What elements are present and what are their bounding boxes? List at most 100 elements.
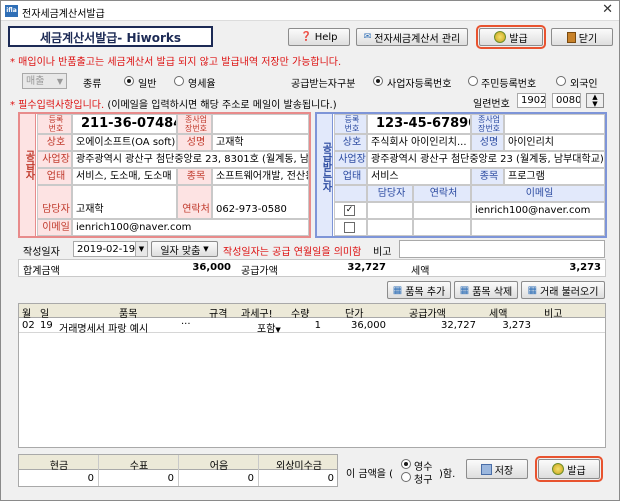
check-value[interactable]: 0 xyxy=(99,473,174,484)
serial-input-2[interactable]: 0080 xyxy=(552,93,581,108)
supplier-email[interactable]: ienrich100@naver.com xyxy=(72,219,309,236)
serial-spinner[interactable]: ▲ ▼ xyxy=(586,93,604,108)
receiver-option-resident: 주민등록번호 xyxy=(481,79,537,90)
memo-input[interactable] xyxy=(399,240,605,258)
load-transaction-button[interactable]: ▦ 거래 불러오기 xyxy=(521,281,605,299)
receiver-company[interactable]: 주식회사 아이인리치... xyxy=(367,134,471,151)
supplier-side-label: 공급자 xyxy=(23,150,34,180)
total-label: 합계금액 xyxy=(23,266,60,277)
supplier-sub-no[interactable] xyxy=(212,114,309,134)
receiver-option-foreigner: 외국인 xyxy=(570,79,598,90)
receiver-contact-phone-1[interactable] xyxy=(413,202,471,219)
receiver-reg-no[interactable]: 123-45-67890 xyxy=(367,114,471,134)
supplier-contact-label: 연락처 xyxy=(177,185,212,219)
amount-prefix: 이 금액을 ( xyxy=(346,469,394,480)
claim-radio[interactable] xyxy=(401,472,411,482)
form-title-box: 세금계산서발급- Hiworks xyxy=(8,26,213,47)
serial-input-1[interactable]: 1902 xyxy=(517,93,546,108)
receiver-contact-phone-2[interactable] xyxy=(413,219,471,236)
cash-value[interactable]: 0 xyxy=(19,473,94,484)
required-notice: * 필수입력사항입니다. (이메일을 입력하시면 해당 주소로 메일이 발송됩니… xyxy=(10,100,337,111)
issue-button-top[interactable]: 발급 xyxy=(476,25,546,49)
save-button[interactable]: 저장 xyxy=(466,459,528,479)
col-month: 월 xyxy=(22,309,32,320)
receiver-side: 공급받는자 xyxy=(317,114,333,236)
supplier-manager[interactable]: 고재학 xyxy=(72,185,177,219)
delete-item-button[interactable]: ▦ 품목 삭제 xyxy=(454,281,518,299)
receiver-radio-foreigner[interactable] xyxy=(556,76,566,86)
col-supply: 공급가액 xyxy=(409,309,446,320)
form-title: 세금계산서발급- Hiworks xyxy=(40,31,181,45)
memo-label: 비고 xyxy=(373,247,392,258)
row-item[interactable]: 거래명세서 파랑 예시 xyxy=(59,320,148,335)
date-note: 작성일자는 공급 연월일을 의미함 xyxy=(223,247,362,258)
row-qty[interactable]: 1 xyxy=(299,320,321,331)
receiver-name[interactable]: 아이인리치 xyxy=(504,134,605,151)
receiver-type-label: 공급받는자구분 xyxy=(291,79,356,90)
supplier-biz-item[interactable]: 소프트웨어개발, 전산용 xyxy=(212,168,309,185)
date-match-button[interactable]: 일자 맞춤 ▼ xyxy=(151,241,218,257)
credit-value[interactable]: 0 xyxy=(259,473,334,484)
supplier-biz-type-label: 업태 xyxy=(37,168,72,185)
help-button[interactable]: ❓ Help xyxy=(288,28,350,46)
issue-icon xyxy=(494,31,507,43)
supplier-biz-type[interactable]: 서비스, 도소매, 도소매 xyxy=(72,168,177,185)
receiver-contact-row-check: ✓ xyxy=(334,202,367,219)
receiver-radio-resident[interactable] xyxy=(468,76,478,86)
kind-radio-zero-rate[interactable] xyxy=(174,76,184,86)
receiver-biz-item[interactable]: 프로그램 xyxy=(504,168,605,185)
add-item-button[interactable]: ▦ 품목 추가 xyxy=(387,281,451,299)
issue-button-bottom[interactable]: 발급 xyxy=(535,456,603,482)
receiver-company-label: 상호 xyxy=(334,134,367,151)
receiver-contact-email-1[interactable]: ienrich100@naver.com xyxy=(471,202,605,219)
row-tax-type[interactable]: 포함▼ xyxy=(257,320,281,335)
receiver-contact-header-check xyxy=(334,185,367,202)
receiver-biz-type-label: 업태 xyxy=(334,168,367,185)
row-tax[interactable]: 3,273 xyxy=(489,320,531,331)
delete-item-icon: ▦ xyxy=(459,284,470,296)
receiver-sub-no[interactable] xyxy=(504,114,605,134)
einvoice-manage-button[interactable]: ✉ 전자세금계산서 관리 xyxy=(356,28,468,46)
receiver-contact-checkbox-2[interactable] xyxy=(344,222,355,233)
col-item: 품목 xyxy=(119,309,138,320)
receiver-biz-type[interactable]: 서비스 xyxy=(367,168,471,185)
supplier-address[interactable]: 광주광역시 광산구 첨단중앙로 23, 8301호 (월계동, 남부대 xyxy=(72,151,309,168)
cash-label: 현금 xyxy=(49,461,69,472)
row-price[interactable]: 36,000 xyxy=(329,320,386,331)
sale-select[interactable]: 매출 ▼ xyxy=(22,73,67,89)
receiver-radio-business[interactable] xyxy=(373,76,383,86)
receiver-option-business: 사업자등록번호 xyxy=(387,79,452,90)
supplier-company[interactable]: 오에이소프트(OA soft) xyxy=(72,134,177,151)
supplier-name[interactable]: 고재학 xyxy=(212,134,309,151)
row-day[interactable]: 19 xyxy=(40,320,53,331)
row-item-more-button[interactable]: ··· xyxy=(181,319,191,330)
col-tax-type: 과세구! xyxy=(241,309,273,320)
receiver-contact-header-email: 이메일 xyxy=(471,185,605,202)
receiver-contact-manager-1[interactable] xyxy=(367,202,413,219)
date-input[interactable]: 2019-02-19 ▼ xyxy=(73,241,148,257)
kind-radio-general[interactable] xyxy=(124,76,134,86)
close-icon[interactable]: ✕ xyxy=(602,2,613,17)
receiver-reg-label: 등록 번호 xyxy=(334,114,367,134)
chevron-down-icon[interactable]: ▼ xyxy=(135,242,147,256)
supplier-sub-label: 종사업 장번호 xyxy=(177,114,212,134)
supply-amount: 32,727 xyxy=(347,262,386,273)
close-button[interactable]: 닫기 xyxy=(551,28,613,46)
row-supply[interactable]: 32,727 xyxy=(409,320,476,331)
receiver-address[interactable]: 광주광역시 광산구 첨단중앙로 23 (월계동, 남부대학교) xyxy=(367,151,605,168)
supplier-contact[interactable]: 062-973-0580 xyxy=(212,185,309,219)
receiver-contact-checkbox-1[interactable]: ✓ xyxy=(344,205,355,216)
supplier-reg-no[interactable]: 211-36-07484 xyxy=(72,114,177,134)
invoice-window: ifla 전자세금계산서발급 ✕ 세금계산서발급- Hiworks ❓ Help… xyxy=(0,0,620,501)
row-month[interactable]: 02 xyxy=(22,320,35,331)
issue-icon xyxy=(552,463,565,475)
receipt-radio[interactable] xyxy=(401,459,411,469)
receiver-contact-email-2[interactable] xyxy=(471,219,605,236)
tax-amount: 3,273 xyxy=(569,262,601,273)
claim-option: 청구 xyxy=(414,475,433,486)
receiver-contact-manager-2[interactable] xyxy=(367,219,413,236)
load-icon: ▦ xyxy=(527,284,538,296)
note-value[interactable]: 0 xyxy=(179,473,254,484)
supplier-biz-item-label: 종목 xyxy=(177,168,212,185)
help-icon: ❓ xyxy=(300,32,312,42)
